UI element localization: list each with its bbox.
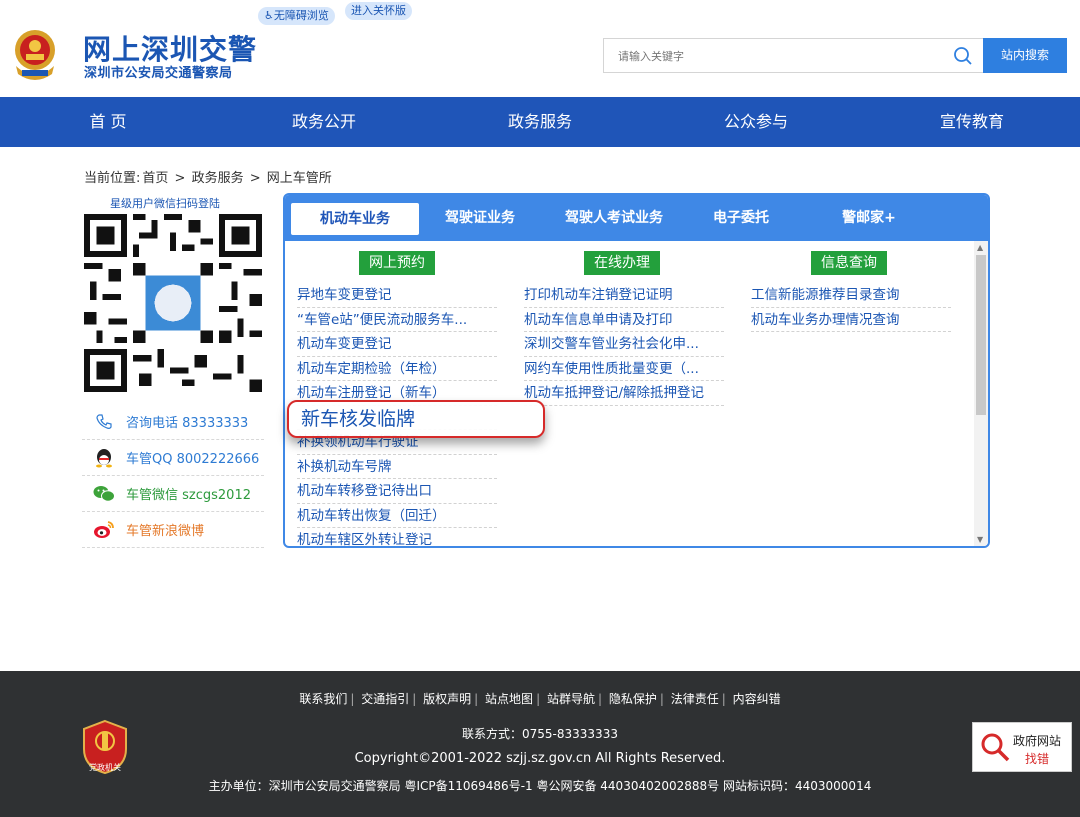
tab-driver-exam[interactable]: 驾驶人考试业务: [541, 195, 687, 241]
search-input[interactable]: [618, 46, 938, 66]
breadcrumb: 当前位置: 首页 > 政务服务 > 网上车管所: [82, 167, 332, 186]
list-item[interactable]: 打印机动车注销登记证明: [524, 283, 724, 308]
column-online-processing: 在线办理 打印机动车注销登记证明 机动车信息单申请及打印 深圳交警车管业务社会化…: [524, 251, 724, 406]
footer-link-contact-us[interactable]: 联系我们: [299, 692, 347, 706]
contact-qq-label: 车管QQ 8002222666: [126, 452, 260, 467]
footer-host-info: 主办单位：深圳市公安局交通警察局 粤ICP备11069486号-1 粤公网安备 …: [208, 779, 872, 793]
breadcrumb-online-vehicle-office[interactable]: 网上车管所: [267, 171, 332, 186]
site-header: 网上深圳交警 深圳市公安局交通警察局 ♿无障碍浏览 进入关怀版 站内搜索: [0, 0, 1080, 97]
police-emblem-icon: [15, 30, 55, 80]
site-search-button[interactable]: 站内搜索: [983, 38, 1067, 73]
nav-item-home[interactable]: 首 页: [0, 97, 216, 147]
list-item[interactable]: 机动车辖区外转让登记: [297, 528, 497, 546]
business-tabs: 机动车业务 驾驶证业务 驾驶人考试业务 电子委托 警邮家+: [285, 195, 988, 241]
footer-sep: |: [721, 692, 726, 706]
scroll-up-arrow-icon[interactable]: ▲: [977, 243, 983, 252]
contact-wechat[interactable]: 车管微信 szcgs2012: [82, 476, 264, 512]
column-info-query: 信息查询 工信新能源推荐目录查询 机动车业务办理情况查询: [751, 251, 951, 332]
breadcrumb-gov-services[interactable]: 政务服务: [192, 171, 244, 186]
nav-item-publicity[interactable]: 宣传教育: [864, 97, 1080, 147]
care-mode-button[interactable]: 进入关怀版: [345, 2, 412, 20]
find-error-line1: 政府网站: [1013, 734, 1062, 748]
footer-copyright: Copyright©2001-2022 szjj.sz.gov.cn All R…: [354, 751, 726, 766]
breadcrumb-home[interactable]: 首页: [142, 171, 168, 186]
list-item[interactable]: 机动车转移登记待出口: [297, 479, 497, 504]
list-item[interactable]: 机动车定期检验（年检）: [297, 357, 497, 381]
panel-scrollbar[interactable]: ▲ ▼: [974, 241, 988, 546]
list-item[interactable]: 深圳交警车管业务社会化申...: [524, 332, 724, 357]
find-error-line2: 找错: [1025, 752, 1050, 766]
contact-weibo[interactable]: 车管新浪微博: [82, 512, 264, 548]
footer-sep: |: [659, 692, 664, 706]
column-heading: 信息查询: [811, 251, 887, 275]
site-subtitle: 深圳市公安局交通警察局: [84, 66, 233, 81]
contact-wechat-label: 车管微信 szcgs2012: [126, 488, 251, 503]
wechat-login-qr-code[interactable]: [84, 214, 262, 392]
footer-link-content-error[interactable]: 内容纠错: [733, 692, 781, 706]
accessibility-label: 无障碍浏览: [273, 9, 329, 22]
footer-sep: |: [474, 692, 479, 706]
gov-website-find-error-button[interactable]: 政府网站 找错: [972, 722, 1072, 772]
search-box: [603, 38, 983, 73]
site-footer: 联系我们 | 交通指引 | 版权声明 | 站点地图 | 站群导航 | 隐私保护 | 法律责任…: [0, 671, 1080, 817]
list-item[interactable]: 异地车变更登记: [297, 283, 497, 308]
list-item[interactable]: 补换机动车号牌: [297, 455, 497, 479]
footer-link-legal[interactable]: 法律责任: [671, 692, 719, 706]
list-item[interactable]: “车管e站”便民流动服务车...: [297, 308, 497, 332]
accessibility-icon: ♿: [264, 9, 274, 22]
list-item[interactable]: 机动车变更登记: [297, 332, 497, 357]
scrollbar-thumb[interactable]: [976, 255, 986, 415]
column-heading: 在线办理: [584, 251, 660, 275]
contact-phone-label: 咨询电话 83333333: [126, 416, 249, 431]
list-item[interactable]: 机动车抵押登记/解除抵押登记: [524, 381, 724, 406]
tab-police-post-home[interactable]: 警邮家+: [795, 195, 943, 241]
gov-badge-label: 党政机关: [89, 763, 121, 772]
qq-icon: [92, 446, 116, 470]
footer-link-sitemap[interactable]: 站点地图: [485, 692, 533, 706]
footer-link-traffic-guide[interactable]: 交通指引: [361, 692, 409, 706]
nav-item-gov-services[interactable]: 政务服务: [432, 97, 648, 147]
footer-sep: |: [350, 692, 355, 706]
main-nav: 首 页 政务公开 政务服务 公众参与 宣传教育: [0, 97, 1080, 147]
footer-sep: |: [536, 692, 541, 706]
tab-driver-license[interactable]: 驾驶证业务: [419, 195, 541, 241]
vehicle-business-panel: 机动车业务 驾驶证业务 驾驶人考试业务 电子委托 警邮家+ 网上预约 异地车变更…: [283, 193, 990, 548]
list-item[interactable]: 工信新能源推荐目录查询: [751, 283, 951, 308]
weibo-icon: [92, 518, 116, 542]
breadcrumb-sep: >: [174, 171, 186, 186]
nav-item-gov-affairs[interactable]: 政务公开: [216, 97, 432, 147]
footer-link-copyright[interactable]: 版权声明: [423, 692, 471, 706]
footer-sep: |: [597, 692, 602, 706]
breadcrumb-prefix: 当前位置:: [84, 171, 141, 186]
list-item[interactable]: 机动车转出恢复（回迁）: [297, 504, 497, 528]
footer-sep: |: [412, 692, 417, 706]
footer-link-site-group[interactable]: 站群导航: [547, 692, 595, 706]
contact-weibo-label: 车管新浪微博: [126, 524, 205, 539]
nav-item-public-participation[interactable]: 公众参与: [648, 97, 864, 147]
contact-phone[interactable]: 咨询电话 83333333: [82, 404, 264, 440]
wechat-icon: [92, 482, 116, 506]
list-item[interactable]: 网约车使用性质批量变更（...: [524, 357, 724, 381]
new-car-temp-plate-link[interactable]: 新车核发临牌: [287, 400, 545, 438]
footer-links: 联系我们 | 交通指引 | 版权声明 | 站点地图 | 站群导航 | 隐私保护 | 法律责任…: [0, 690, 1080, 707]
phone-icon: [92, 410, 116, 434]
contact-list: 咨询电话 83333333 车管QQ 8002222666 车管微信 szcgs…: [82, 404, 264, 548]
tab-e-authorization[interactable]: 电子委托: [687, 195, 795, 241]
breadcrumb-sep: >: [249, 171, 261, 186]
search-icon[interactable]: [953, 46, 973, 66]
contact-qq[interactable]: 车管QQ 8002222666: [82, 440, 264, 476]
scroll-down-arrow-icon[interactable]: ▼: [977, 535, 983, 544]
column-heading: 网上预约: [359, 251, 435, 275]
qr-caption: 星级用户微信扫码登陆: [110, 197, 220, 210]
footer-link-privacy[interactable]: 隐私保护: [609, 692, 657, 706]
list-item[interactable]: 机动车业务办理情况查询: [751, 308, 951, 332]
footer-contact: 联系方式：0755-83333333: [462, 727, 618, 741]
list-item[interactable]: 机动车信息单申请及打印: [524, 308, 724, 332]
tab-motor-vehicle[interactable]: 机动车业务: [291, 203, 419, 235]
magnifier-icon: [981, 733, 1010, 762]
accessibility-button[interactable]: ♿无障碍浏览: [258, 7, 335, 25]
